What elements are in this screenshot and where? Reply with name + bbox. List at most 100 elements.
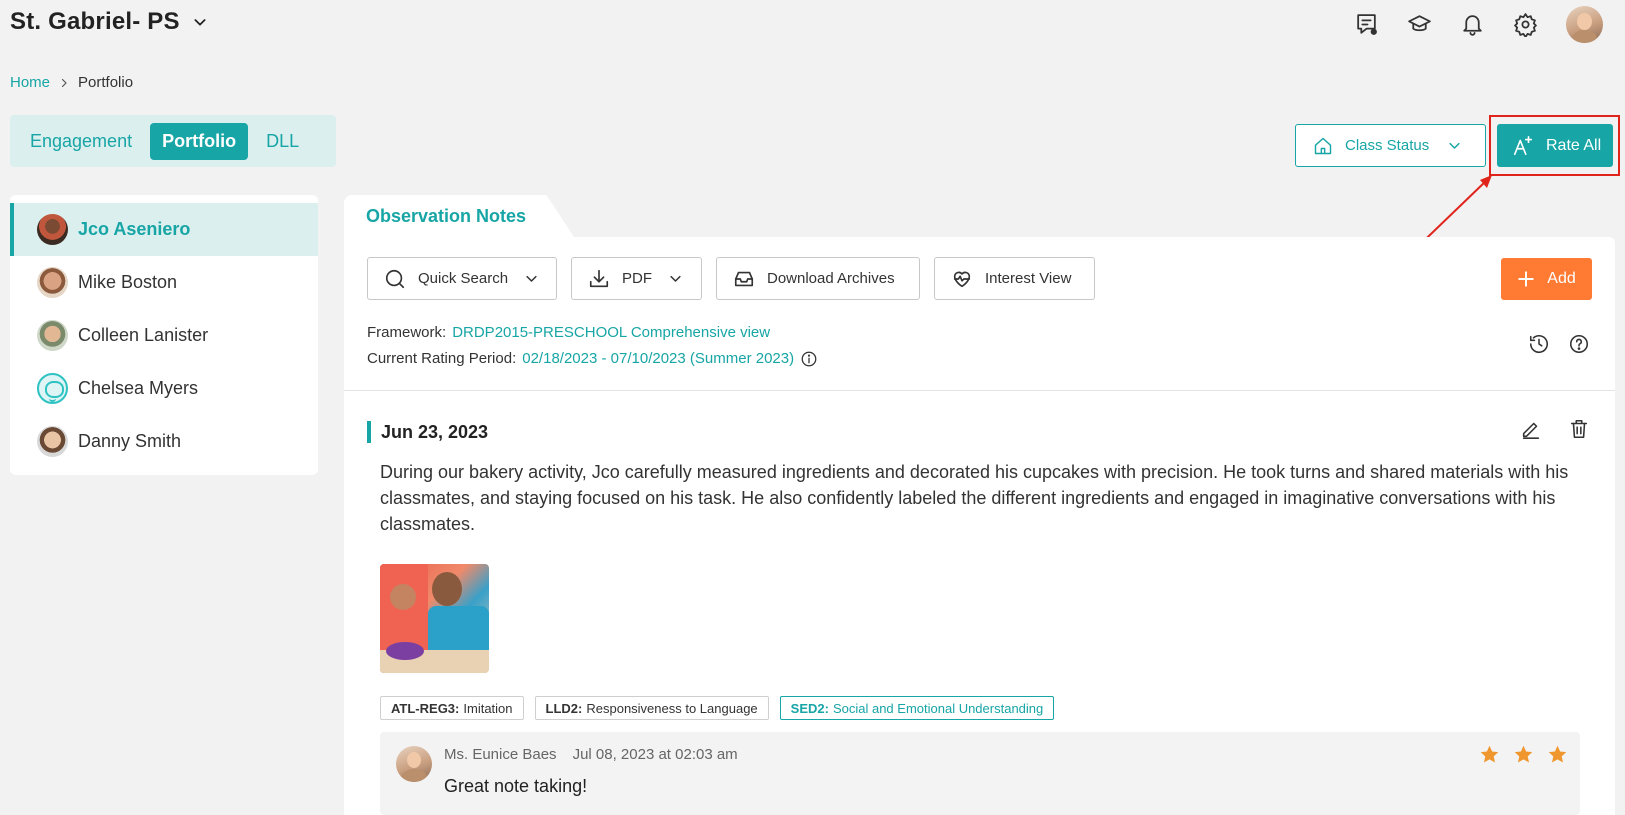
rate-all-button[interactable]: Rate All <box>1497 124 1613 167</box>
tab-portfolio[interactable]: Portfolio <box>150 122 249 160</box>
tab-observation-notes[interactable]: Observation Notes <box>344 195 574 237</box>
default-avatar-icon <box>37 373 68 404</box>
comment-timestamp: Jul 08, 2023 at 02:03 am <box>572 746 738 763</box>
student-item[interactable]: Colleen Lanister <box>10 309 318 362</box>
note-actions <box>1520 418 1590 440</box>
bell-icon[interactable] <box>1460 12 1485 37</box>
student-avatar <box>37 426 68 457</box>
observation-meta: Framework: DRDP2015-PRESCHOOL Comprehens… <box>367 320 818 372</box>
student-avatar <box>37 267 68 298</box>
note-date: Jun 23, 2023 <box>381 421 489 442</box>
observation-panel: Quick Search PDF Download Archives Inter… <box>344 237 1615 815</box>
student-item[interactable]: Mike Boston <box>10 256 318 309</box>
meta-icons <box>1528 333 1590 355</box>
add-label: Add <box>1547 270 1576 287</box>
star-rating <box>1479 744 1568 765</box>
top-bar: St. Gabriel- PS <box>0 0 1625 52</box>
chevron-right-icon <box>61 78 67 87</box>
accent-bar <box>367 421 371 443</box>
comment-header: Ms. Eunice Baes Jul 08, 2023 at 02:03 am <box>444 746 738 763</box>
rating-period-label: Current Rating Period: <box>367 350 517 367</box>
tab-engagement[interactable]: Engagement <box>18 123 144 160</box>
plus-icon <box>1518 271 1534 287</box>
archive-box-icon <box>734 271 754 286</box>
student-item[interactable]: Chelsea Myers <box>10 362 318 415</box>
chevron-down-icon <box>526 275 537 282</box>
edit-icon[interactable] <box>1520 418 1542 440</box>
section-tabs: Engagement Portfolio DLL <box>10 115 336 167</box>
comment-card: Ms. Eunice Baes Jul 08, 2023 at 02:03 am… <box>380 732 1580 815</box>
chevron-down-icon <box>194 19 206 26</box>
student-avatar <box>37 214 68 245</box>
rating-period-row: Current Rating Period: 02/18/2023 - 07/1… <box>367 346 818 372</box>
breadcrumb-home-link[interactable]: Home <box>10 74 50 91</box>
breadcrumb: Home Portfolio <box>10 74 133 91</box>
star-icon <box>1480 745 1499 763</box>
student-name: Jco Aseniero <box>78 219 191 239</box>
class-status-dropdown[interactable]: Class Status <box>1295 124 1486 167</box>
tag-code: LLD2: <box>545 700 583 716</box>
tag-label: Social and Emotional Understanding <box>832 700 1044 716</box>
school-selector[interactable]: St. Gabriel- PS <box>10 8 208 36</box>
class-status-label: Class Status <box>1345 137 1430 154</box>
chevron-down-icon <box>1449 142 1460 149</box>
rating-period-value[interactable]: 02/18/2023 - 07/10/2023 (Summer 2023) <box>522 346 794 372</box>
add-button[interactable]: Add <box>1501 258 1592 300</box>
tag-sed2[interactable]: SED2: Social and Emotional Understanding <box>779 696 1055 720</box>
tag-label: Responsiveness to Language <box>586 700 758 716</box>
comment-author: Ms. Eunice Baes <box>444 746 557 763</box>
framework-value[interactable]: DRDP2015-PRESCHOOL Comprehensive view <box>452 320 770 346</box>
student-avatar <box>37 320 68 351</box>
star-icon <box>1548 745 1567 763</box>
star-icon <box>1514 745 1533 763</box>
graduation-cap-icon[interactable] <box>1407 12 1432 37</box>
student-item[interactable]: Jco Aseniero <box>10 203 318 256</box>
tag-label: Imitation <box>463 700 513 716</box>
download-archives-button[interactable]: Download Archives <box>716 257 920 300</box>
heart-pulse-icon <box>953 271 971 287</box>
student-item[interactable]: Danny Smith <box>10 415 318 468</box>
quick-search-label: Quick Search <box>418 270 509 287</box>
student-name: Danny Smith <box>78 431 182 451</box>
info-icon[interactable] <box>800 350 818 368</box>
tag-lld2[interactable]: LLD2: Responsiveness to Language <box>534 696 769 720</box>
student-name: Colleen Lanister <box>78 325 209 345</box>
help-icon[interactable] <box>1568 333 1590 355</box>
interest-view-button[interactable]: Interest View <box>934 257 1095 300</box>
student-list: Jco Aseniero Mike Boston Colleen Laniste… <box>10 195 318 475</box>
pdf-label: PDF <box>622 270 652 287</box>
user-avatar[interactable] <box>1566 6 1603 43</box>
note-tags: ATL-REG3: Imitation LLD2: Responsiveness t… <box>380 696 1055 720</box>
commenter-avatar <box>396 746 432 782</box>
download-icon <box>589 269 609 287</box>
rate-letter-plus-icon <box>1513 135 1533 155</box>
observation-tab-label: Observation Notes <box>366 205 527 226</box>
tag-code: ATL-REG3: <box>391 700 460 716</box>
history-icon[interactable] <box>1528 333 1550 355</box>
framework-label: Framework: <box>367 324 447 341</box>
note-photo-thumbnail[interactable] <box>380 564 489 673</box>
messages-icon[interactable] <box>1354 12 1379 37</box>
download-archives-label: Download Archives <box>767 270 895 287</box>
interest-view-label: Interest View <box>985 270 1072 287</box>
tab-dll[interactable]: DLL <box>254 123 311 160</box>
header-icons <box>1354 6 1603 43</box>
search-icon <box>385 269 405 288</box>
trash-icon[interactable] <box>1568 418 1590 440</box>
student-name: Chelsea Myers <box>78 378 199 398</box>
breadcrumb-current: Portfolio <box>78 74 134 91</box>
pdf-dropdown[interactable]: PDF <box>571 257 702 300</box>
quick-search-dropdown[interactable]: Quick Search <box>367 257 557 300</box>
note-date-heading: Jun 23, 2023 <box>367 421 488 443</box>
student-name: Mike Boston <box>78 272 178 292</box>
gear-icon[interactable] <box>1513 12 1538 37</box>
observation-toolbar: Quick Search PDF Download Archives Inter… <box>367 257 1095 300</box>
school-name: St. Gabriel- PS <box>10 8 180 35</box>
tag-code: SED2: <box>790 700 829 716</box>
comment-text: Great note taking! <box>444 776 588 796</box>
divider <box>344 390 1615 391</box>
framework-row: Framework: DRDP2015-PRESCHOOL Comprehens… <box>367 320 818 346</box>
rate-all-label: Rate All <box>1546 136 1602 154</box>
tag-atl-reg3[interactable]: ATL-REG3: Imitation <box>380 696 524 720</box>
chevron-down-icon <box>670 275 681 282</box>
